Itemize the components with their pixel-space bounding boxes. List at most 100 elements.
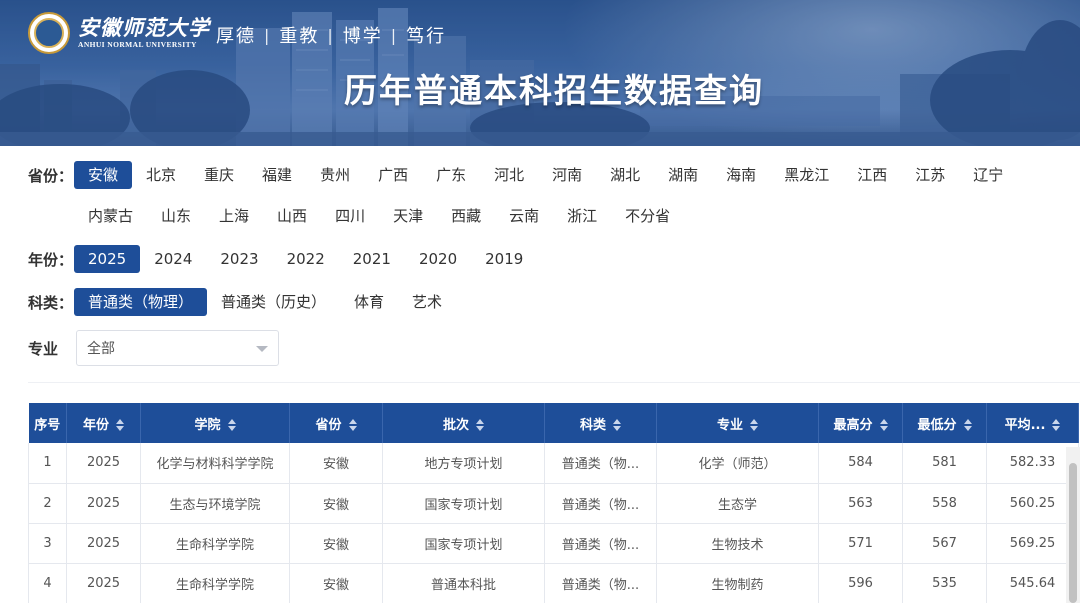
table-cell: 地方专项计划 (382, 443, 545, 484)
table-cell: 普通本科批 (382, 563, 545, 603)
province-option[interactable]: 四川 (321, 202, 379, 230)
motto-separator: | (264, 25, 272, 45)
column-header[interactable]: 省份 (289, 403, 383, 443)
province-options: 安徽 北京 重庆 福建 贵州 广西 广东 河北 河南 湖北 湖南 海南 黑龙江 江西 江苏 辽宁 (74, 161, 1017, 189)
logo-english-name: ANHUI NORMAL UNIVERSITY (78, 40, 197, 49)
column-header[interactable]: 最高分 (818, 403, 903, 443)
province-option[interactable]: 上海 (205, 202, 263, 230)
year-option[interactable]: 2021 (339, 245, 405, 273)
category-filter-row: 科类： 普通类（物理） 普通类（历史） 体育 艺术 (0, 287, 1080, 317)
table-cell: 化学与材料科学学院 (140, 443, 290, 484)
table-cell: 2025 (66, 563, 141, 603)
sort-icon[interactable] (476, 419, 484, 431)
university-seal-icon (28, 12, 70, 54)
category-option[interactable]: 普通类（物理） (74, 288, 208, 316)
sort-icon[interactable] (227, 419, 236, 431)
province-option[interactable]: 黑龙江 (770, 161, 843, 189)
province-option[interactable]: 海南 (712, 161, 770, 189)
province-option[interactable]: 广东 (422, 161, 480, 189)
province-option[interactable]: 辽宁 (959, 161, 1017, 189)
column-header[interactable]: 最低分 (902, 403, 987, 443)
table-cell: 2025 (66, 523, 141, 564)
year-option[interactable]: 2024 (140, 245, 206, 273)
year-option[interactable]: 2020 (405, 245, 471, 273)
table-row[interactable]: 2 2025 生态与环境学院 安徽 国家专项计划 普通类（物... 生态学 563 558 560… (28, 483, 1079, 524)
table-cell: 普通类（物... (544, 483, 657, 524)
province-option[interactable]: 福建 (248, 161, 306, 189)
table-header-row: 序号 年份 学院 省份 批次 科类 专业 最高分 最低分 平均... (28, 403, 1079, 443)
sort-icon[interactable] (879, 419, 888, 431)
column-header[interactable]: 年份 (66, 403, 141, 443)
province-option[interactable]: 西藏 (437, 202, 495, 230)
province-option[interactable]: 不分省 (611, 202, 684, 230)
table-cell: 2 (28, 483, 67, 524)
column-header[interactable]: 专业 (656, 403, 819, 443)
province-option[interactable]: 浙江 (553, 202, 611, 230)
motto-word: 博学 (342, 26, 383, 47)
major-select-value: 全部 (87, 341, 115, 357)
table-cell: 571 (818, 523, 903, 564)
chevron-down-icon (256, 346, 268, 352)
year-option[interactable]: 2019 (471, 245, 537, 273)
university-logo[interactable]: 安徽师范大学 ANHUI NORMAL UNIVERSITY (28, 12, 210, 54)
province-option[interactable]: 天津 (379, 202, 437, 230)
province-option[interactable]: 江西 (843, 161, 901, 189)
year-option[interactable]: 2023 (206, 245, 272, 273)
year-options: 2025 2024 2023 2022 2021 2020 2019 (74, 245, 537, 273)
table-row[interactable]: 3 2025 生命科学学院 安徽 国家专项计划 普通类（物... 生物技术 571 567 569… (28, 523, 1079, 564)
major-filter-row: 专业 全部 (0, 330, 1080, 366)
province-option[interactable]: 内蒙古 (74, 202, 147, 230)
logo-chinese-name: 安徽师范大学 (78, 15, 210, 40)
year-label: 年份： (28, 250, 74, 269)
section-divider (28, 382, 1080, 383)
table-row[interactable]: 4 2025 生命科学学院 安徽 普通本科批 普通类（物... 生物制药 596 535 545.… (28, 563, 1079, 603)
province-option[interactable]: 云南 (495, 202, 553, 230)
province-option[interactable]: 广西 (364, 161, 422, 189)
province-option[interactable]: 山东 (147, 202, 205, 230)
table-cell: 569.25 (986, 523, 1079, 564)
column-header[interactable]: 批次 (382, 403, 545, 443)
year-option[interactable]: 2025 (74, 245, 141, 273)
table-cell: 安徽 (289, 563, 383, 603)
province-label: 省份： (28, 166, 74, 185)
sort-icon[interactable] (963, 419, 972, 431)
sort-icon[interactable] (1052, 419, 1061, 431)
column-header-label: 省份 (315, 417, 342, 433)
major-select[interactable]: 全部 (76, 330, 279, 366)
sort-icon[interactable] (348, 419, 357, 431)
table-cell: 560.25 (986, 483, 1079, 524)
column-header-label: 专业 (716, 417, 743, 433)
sort-icon[interactable] (750, 419, 758, 431)
university-motto: 厚德 | 重教 | 博学 | 笃行 (216, 22, 446, 48)
category-option[interactable]: 普通类（历史） (207, 288, 340, 316)
category-options: 普通类（物理） 普通类（历史） 体育 艺术 (74, 288, 456, 316)
province-option[interactable]: 重庆 (190, 161, 248, 189)
motto-separator: | (390, 25, 399, 45)
column-header-label: 年份 (82, 417, 109, 433)
province-option[interactable]: 湖南 (654, 161, 712, 189)
column-header[interactable]: 学院 (140, 403, 290, 443)
province-option[interactable]: 河北 (480, 161, 538, 189)
motto-word: 笃行 (406, 26, 447, 47)
category-option[interactable]: 艺术 (398, 288, 456, 316)
vertical-scrollbar[interactable] (1066, 447, 1080, 603)
year-filter-row: 年份： 2025 2024 2023 2022 2021 2020 2019 (0, 244, 1080, 274)
province-option[interactable]: 贵州 (306, 161, 364, 189)
province-option[interactable]: 北京 (132, 161, 190, 189)
column-header[interactable]: 平均... (986, 403, 1079, 443)
sort-icon[interactable] (613, 419, 621, 431)
table-cell: 3 (28, 523, 67, 564)
province-option[interactable]: 河南 (538, 161, 596, 189)
province-option[interactable]: 湖北 (596, 161, 654, 189)
table-body: 1 2025 化学与材料科学学院 安徽 地方专项计划 普通类（物... 化学（师范） 584 5… (28, 443, 1079, 603)
sort-icon[interactable] (116, 419, 124, 431)
province-option[interactable]: 山西 (263, 202, 321, 230)
table-row[interactable]: 1 2025 化学与材料科学学院 安徽 地方专项计划 普通类（物... 化学（师范） 584 5… (28, 443, 1079, 484)
year-option[interactable]: 2022 (273, 245, 339, 273)
category-option[interactable]: 体育 (340, 288, 398, 316)
column-header-label: 序号 (34, 417, 61, 433)
province-option[interactable]: 江苏 (901, 161, 959, 189)
scrollbar-thumb[interactable] (1069, 463, 1077, 603)
province-option[interactable]: 安徽 (74, 161, 133, 189)
column-header[interactable]: 科类 (544, 403, 657, 443)
